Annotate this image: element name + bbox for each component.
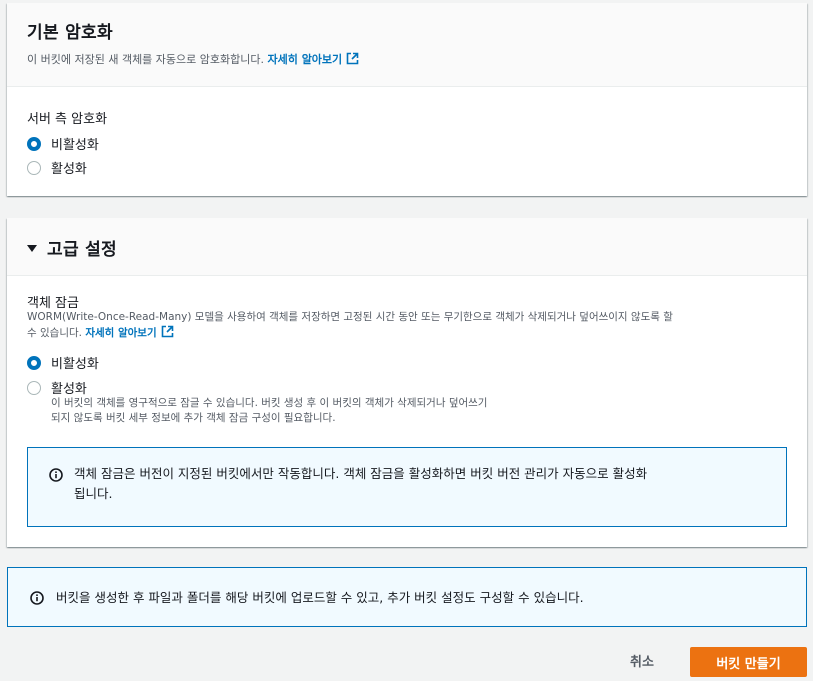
- object-lock-info-text: 객체 잠금은 버전이 지정된 버킷에서만 작동합니다. 객체 잠금을 활성화하면…: [74, 464, 774, 504]
- advanced-settings-header[interactable]: 고급 설정: [7, 218, 807, 276]
- info-icon: [30, 591, 44, 605]
- radio-label: 활성화: [51, 162, 87, 177]
- encryption-enable-option[interactable]: 활성화: [27, 158, 87, 177]
- radio-label: 비활성화: [51, 138, 99, 153]
- radio-disable-selected[interactable]: [27, 136, 41, 151]
- object-lock-description: WORM(Write-Once-Read-Many) 모델을 사용하여 객체를 …: [27, 310, 797, 343]
- advanced-settings-panel: 고급 설정 객체 잠금 WORM(Write-Once-Read-Many) 모…: [7, 218, 807, 547]
- radio-enable[interactable]: [27, 380, 41, 395]
- object-lock-description-line2: 수 있습니다. 자세히 알아보기: [27, 325, 797, 343]
- radio-label: 활성화: [51, 382, 87, 397]
- external-link-icon[interactable]: [346, 52, 359, 68]
- radio-enable[interactable]: [27, 160, 41, 175]
- cancel-button[interactable]: 취소: [630, 651, 654, 670]
- encryption-disable-option[interactable]: 비활성화: [27, 134, 99, 153]
- object-lock-description-line1: WORM(Write-Once-Read-Many) 모델을 사용하여 객체를 …: [27, 311, 673, 323]
- object-lock-enable-help: 이 버킷의 객체를 영구적으로 잠글 수 있습니다. 버킷 생성 후 이 버킷의…: [51, 396, 771, 426]
- description-text: 이 버킷에 저장된 새 객체를 자동으로 암호화합니다.: [27, 53, 264, 66]
- object-lock-description-text: 수 있습니다.: [27, 327, 82, 339]
- enable-help-line2: 되지 않도록 버킷 세부 정보에 추가 객체 잠금 구성이 필요합니다.: [51, 412, 336, 424]
- default-encryption-description: 이 버킷에 저장된 새 객체를 자동으로 암호화합니다. 자세히 알아보기: [27, 51, 787, 68]
- bucket-create-info-text: 버킷을 생성한 후 파일과 폴더를 해당 버킷에 업로드할 수 있고, 추가 버…: [56, 590, 584, 605]
- bucket-create-info-alert: 버킷을 생성한 후 파일과 폴더를 해당 버킷에 업로드할 수 있고, 추가 버…: [7, 567, 807, 627]
- info-line1: 객체 잠금은 버전이 지정된 버킷에서만 작동합니다. 객체 잠금을 활성화하면…: [74, 466, 648, 481]
- caret-down-icon[interactable]: [27, 245, 37, 252]
- server-side-encryption-label: 서버 측 암호화: [27, 112, 108, 127]
- object-lock-enable-option[interactable]: 활성화: [27, 378, 87, 397]
- enable-help-line1: 이 버킷의 객체를 영구적으로 잠글 수 있습니다. 버킷 생성 후 이 버킷의…: [51, 397, 488, 409]
- radio-label: 비활성화: [51, 357, 99, 372]
- create-bucket-button[interactable]: 버킷 만들기: [690, 647, 807, 677]
- object-lock-disable-option[interactable]: 비활성화: [27, 353, 99, 372]
- advanced-settings-title[interactable]: 고급 설정: [27, 235, 787, 260]
- radio-disable-selected[interactable]: [27, 355, 41, 370]
- info-icon: [49, 468, 63, 482]
- info-line2: 됩니다.: [74, 486, 113, 501]
- external-link-icon[interactable]: [161, 325, 174, 343]
- learn-more-link[interactable]: 자세히 알아보기: [268, 53, 343, 66]
- object-lock-info-alert: 객체 잠금은 버전이 지정된 버킷에서만 작동합니다. 객체 잠금을 활성화하면…: [27, 447, 787, 527]
- object-lock-label: 객체 잠금: [27, 296, 79, 311]
- default-encryption-header: 기본 암호화 이 버킷에 저장된 새 객체를 자동으로 암호화합니다. 자세히 …: [7, 3, 807, 87]
- default-encryption-panel: 기본 암호화 이 버킷에 저장된 새 객체를 자동으로 암호화합니다. 자세히 …: [7, 3, 807, 196]
- advanced-settings-label: 고급 설정: [47, 240, 117, 260]
- default-encryption-title: 기본 암호화: [27, 23, 113, 43]
- object-lock-learn-more-link[interactable]: 자세히 알아보기: [85, 327, 156, 339]
